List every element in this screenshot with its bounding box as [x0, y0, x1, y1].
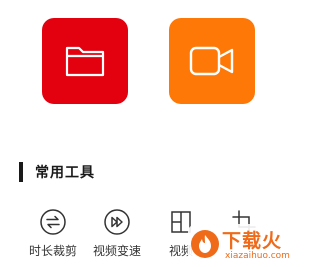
tools-screen: 常用工具 时长裁剪 视频变速 视频 下载火 xiazaihuo.com — [0, 0, 297, 267]
tool-label: 时长裁剪 — [28, 244, 77, 258]
section-header: 常用工具 — [19, 162, 95, 182]
tool-trim-duration[interactable]: 时长裁剪 — [23, 208, 83, 259]
files-tile[interactable] — [42, 18, 128, 104]
fast-forward-icon — [104, 209, 130, 235]
video-camera-icon — [189, 46, 234, 76]
flame-logo-icon — [191, 230, 219, 258]
swap-arrows-icon — [40, 209, 66, 235]
folder-icon — [65, 46, 105, 77]
video-tile[interactable] — [169, 18, 255, 104]
tool-label: 视频变速 — [92, 244, 141, 258]
watermark-text: 下载火 — [222, 230, 283, 252]
watermark-url: xiazaihuo.com — [225, 251, 290, 261]
watermark: 下载火 xiazaihuo.com — [188, 224, 297, 267]
section-marker — [19, 162, 23, 182]
tool-video-speed[interactable]: 视频变速 — [87, 208, 147, 259]
section-title: 常用工具 — [35, 165, 95, 181]
